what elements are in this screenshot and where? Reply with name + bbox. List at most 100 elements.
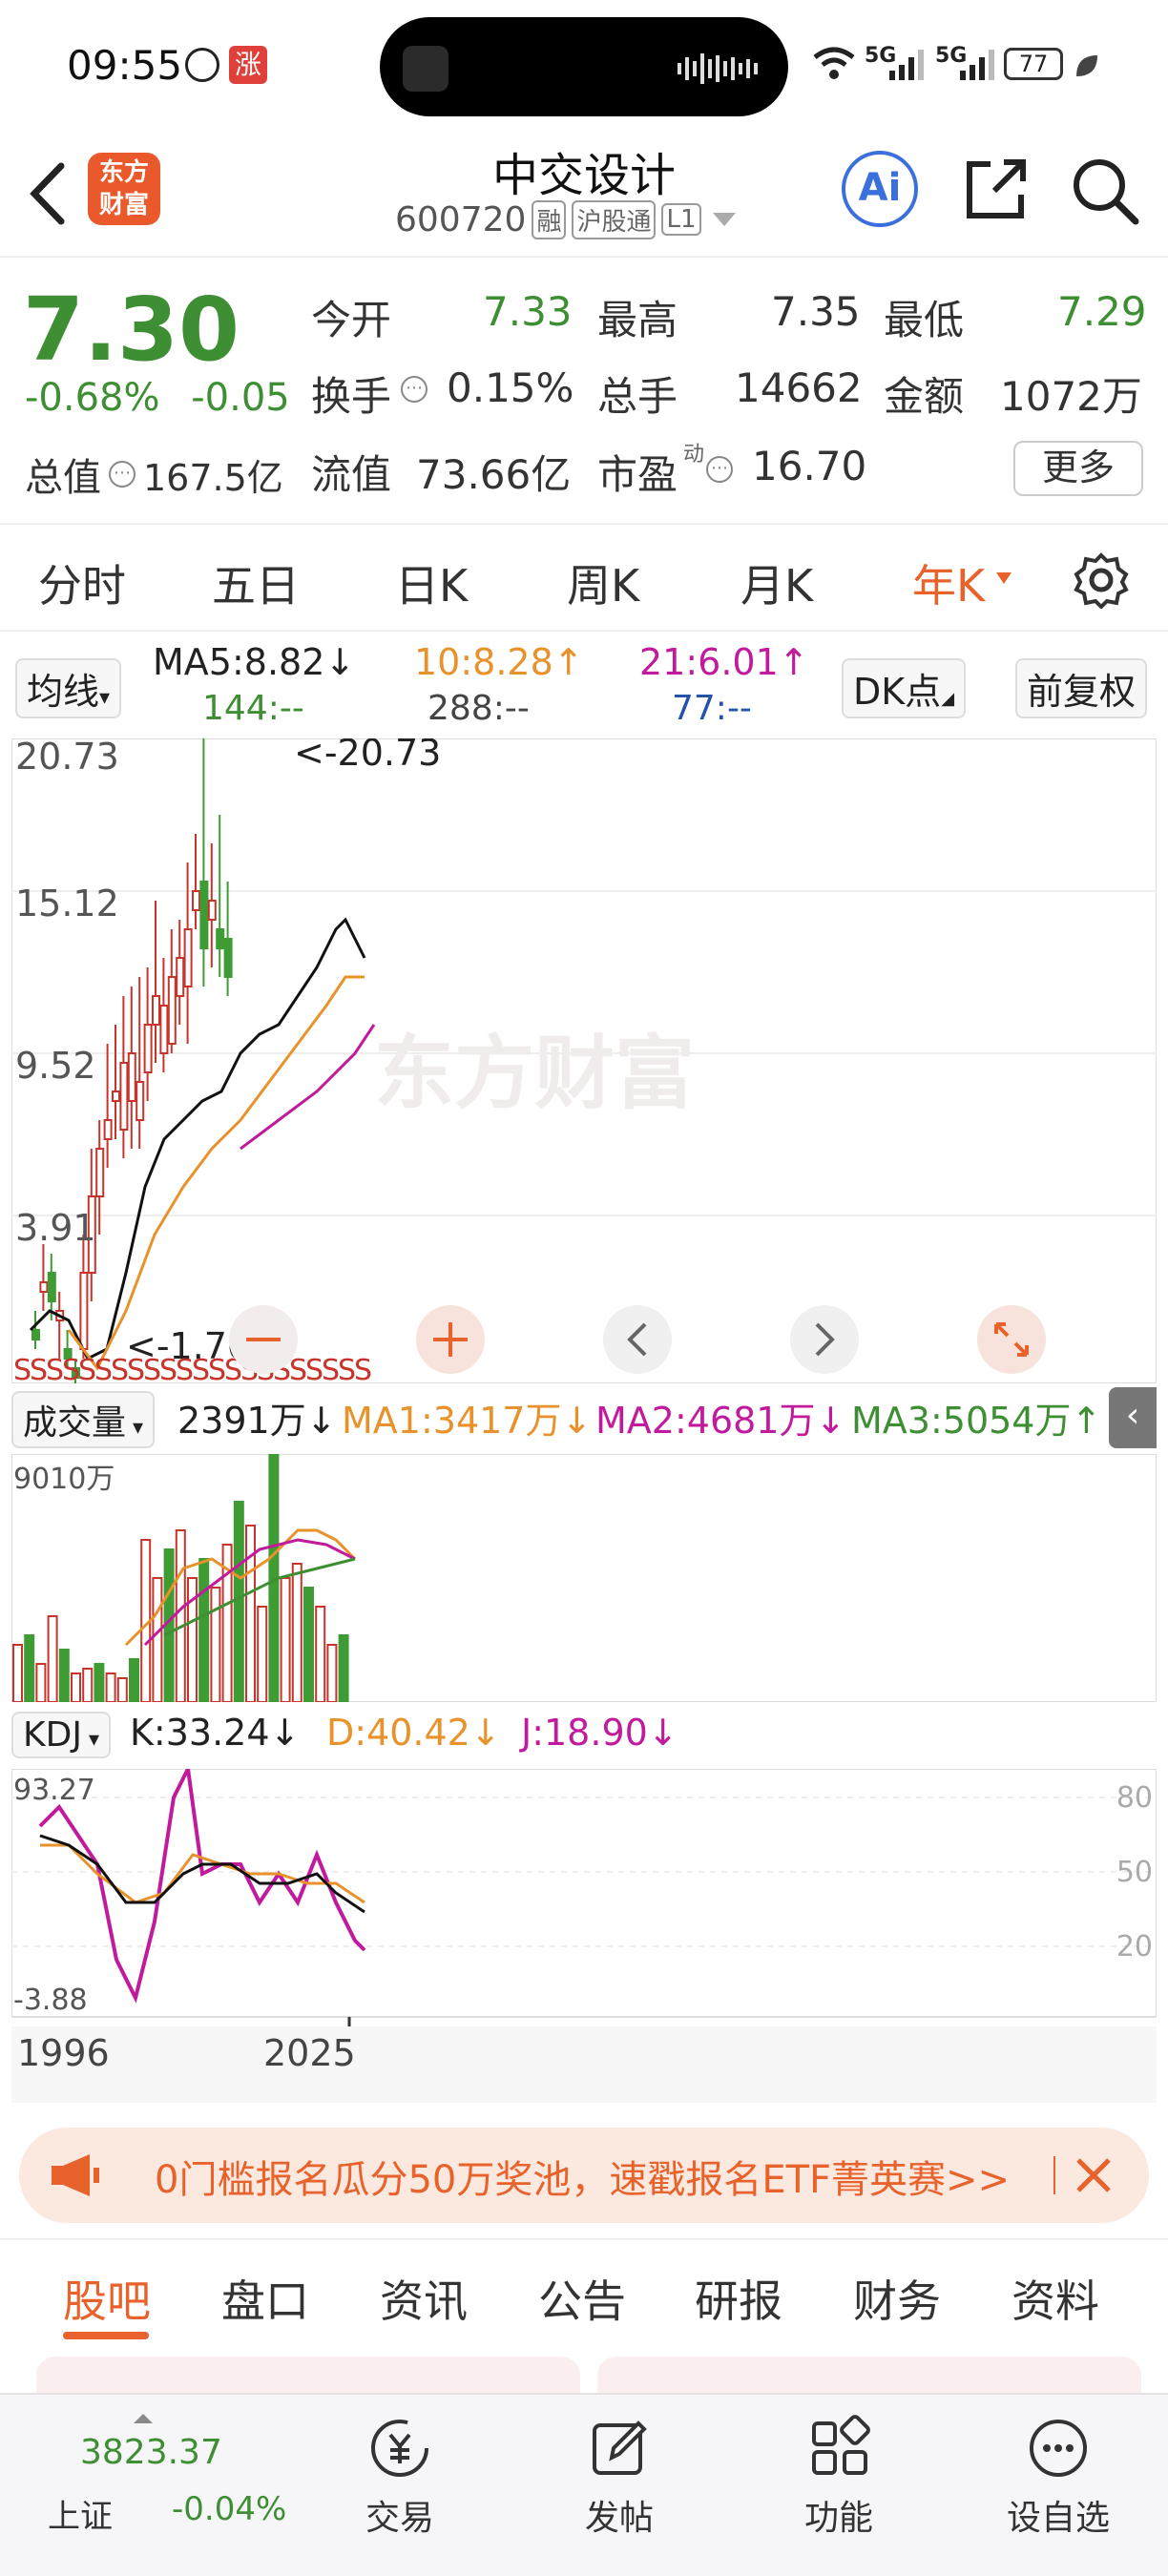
gear-icon[interactable] [1073,551,1130,609]
dropdown-triangle-icon: ▾ [126,1416,144,1440]
stock-code: 600720 [395,199,527,239]
volume-value: 14662 [735,364,863,411]
status-badge: 涨 [229,46,267,84]
ma-selector[interactable]: 均线▾ [15,658,122,718]
volume-ma2: MA2:4681万↓ [595,1400,846,1442]
share-icon[interactable] [962,155,1031,223]
dropdown-triangle-icon[interactable] [996,572,1012,584]
hand-icon [185,48,219,82]
yen-exchange-icon [371,2420,428,2477]
chevron-down-icon[interactable] [712,213,736,226]
volume-bar [58,1649,70,1702]
tab-forum[interactable]: 股吧 [63,2267,151,2330]
tab-financials[interactable]: 财务 [853,2267,941,2330]
pan-right-button[interactable] [790,1305,859,1374]
wifi-icon [813,47,855,79]
turnover-label: 换手 [311,373,392,420]
volume-ma1: MA1:3417万↓ [342,1400,593,1442]
high-value: 7.35 [771,288,861,335]
nav-functions[interactable]: 功能 [767,2414,910,2540]
more-button[interactable]: 更多 [1013,441,1143,496]
close-icon[interactable] [1073,2154,1115,2196]
max-annotation: <-20.73 [294,738,441,774]
ma5-value: MA5:8.82↓ [153,641,356,683]
content-card-left [36,2357,580,2395]
low-label: 最低 [884,297,965,343]
tab-period-daily[interactable]: 日K [395,551,468,614]
tab-research[interactable]: 研报 [695,2267,782,2330]
dk-point-button[interactable]: DK点◢ [842,658,967,718]
signal-icon-1 [889,50,924,80]
volume-selector[interactable]: 成交量 ▾ [11,1391,156,1448]
x-axis: 1996 2025 [11,2026,1157,2103]
nav-post[interactable]: 发帖 [548,2414,691,2540]
index-change: -0.04% [172,2490,287,2528]
collapse-panel-button[interactable]: ‹ [1109,1387,1157,1448]
tab-period-monthly[interactable]: 月K [740,551,813,614]
tab-orderbook[interactable]: 盘口 [221,2267,309,2330]
kdj-selector[interactable]: KDJ ▾ [11,1712,111,1758]
stock-name: 中交设计 [491,149,676,202]
candle-body [216,928,225,949]
turnover-info-icon[interactable]: ⋯ [401,376,428,403]
pe-label: 市盈 [597,451,678,498]
open-value: 7.33 [483,288,573,335]
nav-trade[interactable]: 交易 [328,2414,471,2540]
kdj-level-80: 80 [1116,1781,1153,1815]
stock-header: 东方 财富 中交设计 600720 融 沪股通 L1 Ai [0,134,1168,258]
index-widget[interactable]: 3823.37 上证 -0.04% [38,2414,305,2538]
mktcap-value: 167.5亿 [143,456,283,499]
volume-y-max: 9010万 [13,1463,115,1496]
ma144-value: 144:-- [202,689,304,728]
tag-connect: 沪股通 [572,199,657,239]
tab-profile[interactable]: 资料 [1012,2267,1099,2330]
pe-info-icon[interactable]: ⋯ [706,456,733,483]
price-adjust-button[interactable]: 前复权 [1015,658,1148,718]
content-tabs: 股吧 盘口 资讯 公告 研报 财务 资料 [0,2238,1168,2351]
low-value: 7.29 [1057,288,1147,335]
nav-watchlist-label: 设自选 [1006,2499,1110,2538]
volume-bar [257,1606,268,1702]
app-logo[interactable]: 东方 财富 [88,153,160,225]
pan-left-button[interactable] [603,1305,672,1374]
nav-watchlist[interactable]: 设自选 [987,2414,1130,2540]
volume-bar [210,1587,221,1702]
audio-wave-icon [678,53,758,84]
period-tabs: 分时 五日 日K 周K 月K 年K [0,525,1168,632]
nav-functions-label: 功能 [803,2499,873,2538]
candle-body [112,1091,120,1102]
tab-period-weekly[interactable]: 周K [567,551,639,614]
tab-period-5day[interactable]: 五日 [212,551,300,614]
kdj-chart[interactable]: 93.27 -3.88 80 50 20 [11,1769,1157,2026]
signal-icon-2 [960,50,994,80]
volume-bar [105,1672,116,1702]
pe-superscript: 动 [683,443,705,467]
float-value: 73.66亿 [416,451,572,498]
back-arrow-icon[interactable] [23,160,71,227]
amount-label: 金额 [884,373,965,420]
info-icon[interactable]: ⋯ [109,461,136,488]
volume-bar [303,1587,314,1702]
volume-chart[interactable]: 9010万 [11,1454,1157,1702]
promo-banner[interactable]: 0门槛报名瓜分50万奖池，速戳报名ETF菁英赛>> [19,2128,1149,2223]
kdj-y-min: -3.88 [13,1984,88,2017]
volume-bar [82,1668,94,1702]
status-time: 09:55 [67,42,183,89]
search-icon[interactable] [1069,155,1141,227]
amount-value: 1072万 [1000,373,1142,420]
fullscreen-button[interactable] [977,1305,1046,1374]
change-pct: -0.68% [25,376,160,420]
change-abs: -0.05 [191,376,290,420]
candle-body [103,1119,113,1140]
tab-announcements[interactable]: 公告 [538,2267,626,2330]
ai-button[interactable]: Ai [842,151,918,227]
volume-bar [315,1606,326,1702]
bottom-nav: 3823.37 上证 -0.04% 交易 发帖 功能 设自选 [0,2393,1168,2576]
candle-body [167,976,177,1045]
tab-news[interactable]: 资讯 [380,2267,468,2330]
tab-period-intraday[interactable]: 分时 [38,551,126,614]
kline-chart[interactable]: 东方财富 20.73 15.12 9.52 3.91 <-20.73 <-1.7… [11,738,1157,1383]
candle-body [223,938,233,978]
chart-watermark: 东方财富 [374,1027,695,1120]
tab-period-yearly[interactable]: 年K [912,551,985,614]
